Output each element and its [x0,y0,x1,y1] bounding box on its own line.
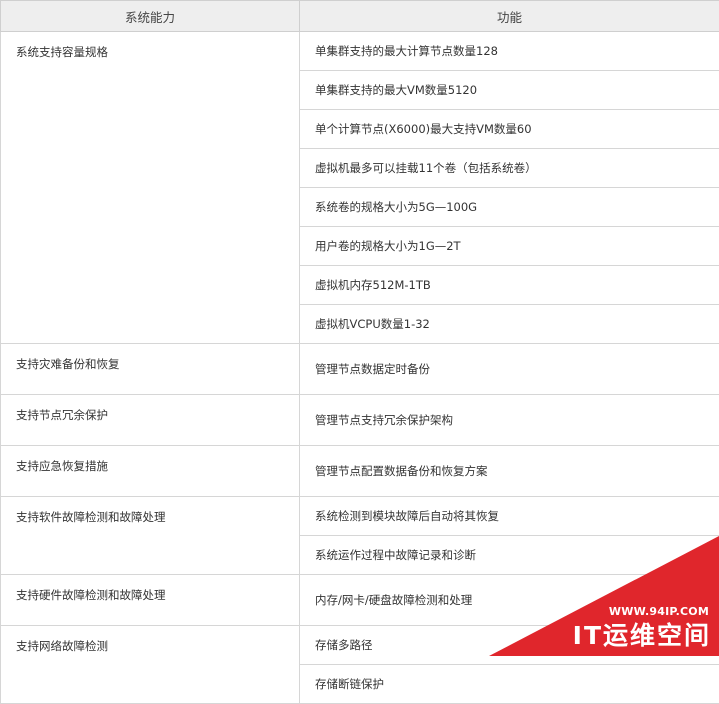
capability-table: 系统能力 功能 系统支持容量规格 单集群支持的最大计算节点数量128 单集群支持… [0,0,719,704]
table-row: 支持软件故障检测和故障处理 系统检测到模块故障后自动将其恢复 [1,497,719,536]
function-cell: 虚拟机VCPU数量1-32 [300,305,719,344]
function-cell: 管理节点数据定时备份 [300,344,719,395]
function-cell: 系统卷的规格大小为5G—100G [300,188,719,227]
function-cell: 存储多路径 [300,626,719,665]
function-cell: 虚拟机内存512M-1TB [300,266,719,305]
table-row: 支持网络故障检测 存储多路径 [1,626,719,665]
function-cell: 单个计算节点(X6000)最大支持VM数量60 [300,110,719,149]
capability-cell: 系统支持容量规格 [1,32,300,344]
capability-cell: 支持灾难备份和恢复 [1,344,300,395]
function-cell: 单集群支持的最大VM数量5120 [300,71,719,110]
table-row: 支持硬件故障检测和故障处理 内存/网卡/硬盘故障检测和处理 [1,575,719,626]
header-function: 功能 [300,1,719,32]
function-cell: 系统检测到模块故障后自动将其恢复 [300,497,719,536]
function-cell: 用户卷的规格大小为1G—2T [300,227,719,266]
function-cell: 虚拟机最多可以挂载11个卷（包括系统卷） [300,149,719,188]
table-header-row: 系统能力 功能 [1,1,719,32]
capability-cell: 支持节点冗余保护 [1,395,300,446]
capability-cell: 支持应急恢复措施 [1,446,300,497]
table-body: 系统支持容量规格 单集群支持的最大计算节点数量128 单集群支持的最大VM数量5… [1,32,719,704]
table-row: 支持应急恢复措施 管理节点配置数据备份和恢复方案 [1,446,719,497]
table-row: 支持灾难备份和恢复 管理节点数据定时备份 [1,344,719,395]
capability-cell: 支持网络故障检测 [1,626,300,704]
function-cell: 管理节点支持冗余保护架构 [300,395,719,446]
table-row: 支持节点冗余保护 管理节点支持冗余保护架构 [1,395,719,446]
function-cell: 管理节点配置数据备份和恢复方案 [300,446,719,497]
capability-cell: 支持硬件故障检测和故障处理 [1,575,300,626]
capability-cell: 支持软件故障检测和故障处理 [1,497,300,575]
function-cell: 系统运作过程中故障记录和诊断 [300,536,719,575]
header-capability: 系统能力 [1,1,300,32]
function-cell: 单集群支持的最大计算节点数量128 [300,32,719,71]
function-cell: 内存/网卡/硬盘故障检测和处理 [300,575,719,626]
table-row: 系统支持容量规格 单集群支持的最大计算节点数量128 [1,32,719,71]
function-cell: 存储断链保护 [300,665,719,704]
